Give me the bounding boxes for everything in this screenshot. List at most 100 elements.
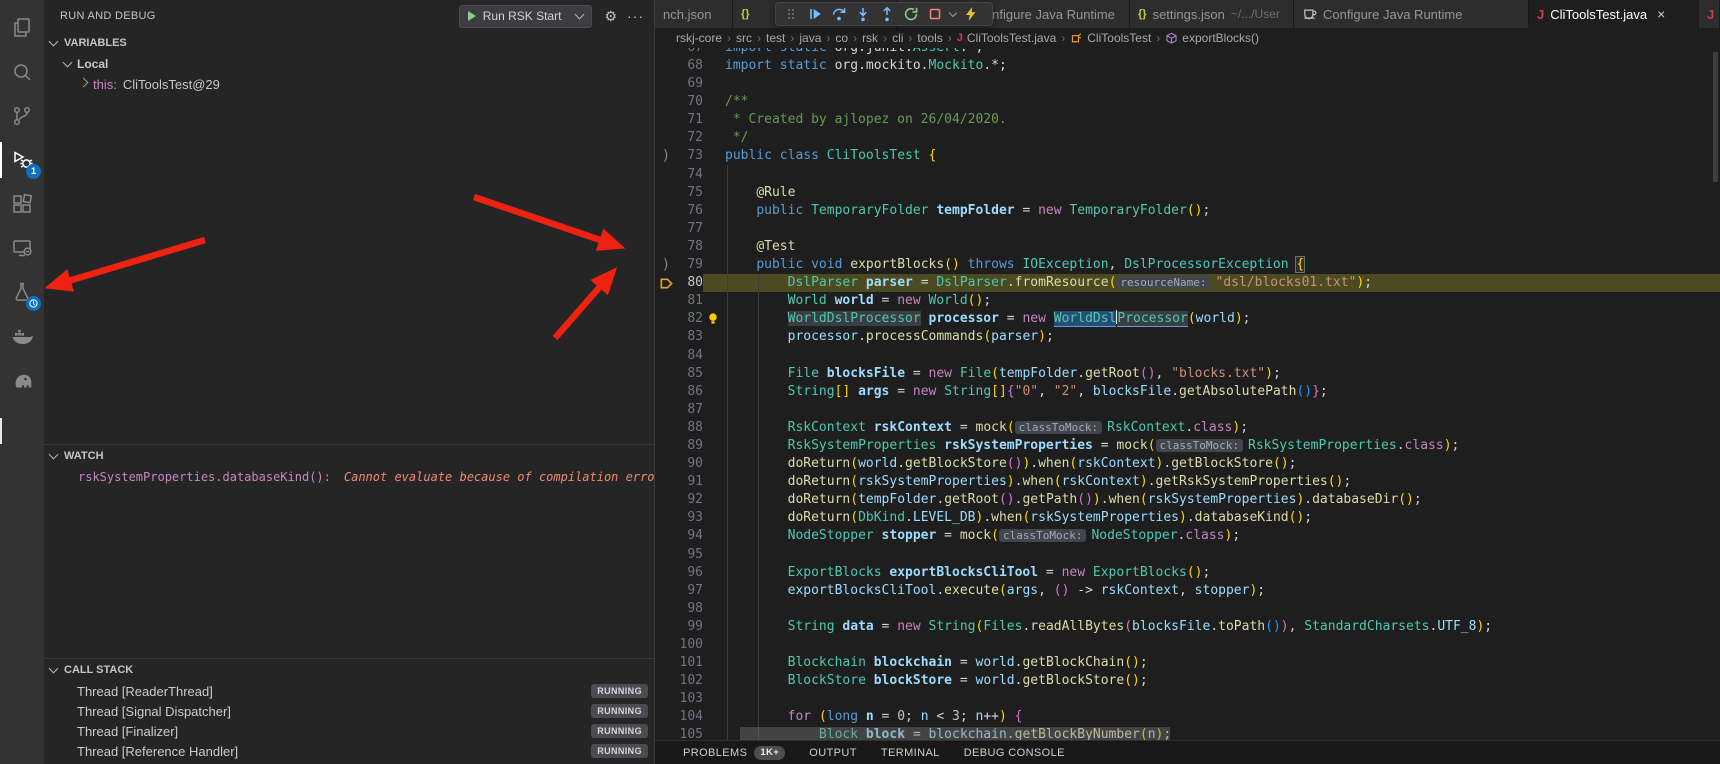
gutter[interactable]	[655, 546, 677, 564]
gutter[interactable]	[655, 383, 677, 401]
variable-row[interactable]: this:CliToolsTest@29	[44, 74, 654, 94]
gutter[interactable]	[655, 292, 677, 310]
breadcrumb-item[interactable]: JCliToolsTest.java	[957, 31, 1057, 45]
breadcrumb-item[interactable]: cli	[892, 31, 903, 45]
line-number[interactable]: 86	[677, 383, 703, 401]
breadcrumb-item[interactable]: co	[835, 31, 848, 45]
line-number[interactable]: 88	[677, 419, 703, 437]
gutter[interactable]	[655, 48, 677, 57]
gutter[interactable]	[655, 726, 677, 740]
gutter[interactable]	[655, 654, 677, 672]
activity-gradle-icon[interactable]	[0, 358, 44, 402]
continue-button[interactable]	[804, 4, 826, 24]
gutter[interactable]	[655, 437, 677, 455]
line-number[interactable]: 75	[677, 184, 703, 202]
gutter[interactable]	[655, 57, 677, 75]
watch-expression-row[interactable]: rskSystemProperties.databaseKind():Canno…	[44, 467, 654, 487]
scope-local[interactable]: Local	[44, 54, 654, 74]
gutter[interactable]	[655, 220, 677, 238]
code-line[interactable]: 95	[655, 546, 1720, 564]
vertical-scrollbar[interactable]	[1713, 52, 1718, 182]
line-number[interactable]: 80	[677, 274, 703, 292]
editor-tab[interactable]: Configure Java Runtime	[1294, 0, 1529, 28]
gutter[interactable]	[655, 509, 677, 527]
step-out-button[interactable]	[876, 4, 898, 24]
gutter[interactable]	[655, 690, 677, 708]
lightbulb-icon[interactable]	[703, 310, 723, 328]
code-line[interactable]: 99 String data = new String(Files.readAl…	[655, 618, 1720, 636]
gutter[interactable]	[655, 527, 677, 545]
panel-tab-problems[interactable]: PROBLEMS1K+	[683, 746, 785, 760]
call-stack-thread[interactable]: Thread [Finalizer]RUNNING	[44, 721, 654, 741]
editor-tab[interactable]: {}settings.json~/.../User	[1130, 0, 1294, 28]
line-number[interactable]: 92	[677, 491, 703, 509]
gutter[interactable]	[655, 365, 677, 383]
breadcrumb-item[interactable]: rskj-core	[676, 31, 722, 45]
line-number[interactable]: 83	[677, 328, 703, 346]
code-line[interactable]: 88 RskContext rskContext = mock(classToM…	[655, 419, 1720, 437]
current-execution-icon[interactable]	[655, 274, 677, 292]
code-line[interactable]: 100	[655, 636, 1720, 654]
line-number[interactable]: 93	[677, 509, 703, 527]
activity-remote-explorer-icon[interactable]	[0, 226, 44, 270]
stop-dropdown-button[interactable]	[948, 4, 958, 24]
call-stack-thread[interactable]: Thread [ReaderThread]RUNNING	[44, 681, 654, 701]
line-number[interactable]: 85	[677, 365, 703, 383]
code-line[interactable]: 93 doReturn(DbKind.LEVEL_DB).when(rskSys…	[655, 509, 1720, 527]
close-icon[interactable]: ×	[1657, 6, 1665, 22]
gutter[interactable]	[655, 401, 677, 419]
gutter[interactable]	[655, 129, 677, 147]
run-config-dropdown[interactable]: Run RSK Start	[459, 5, 593, 28]
code-line[interactable]: 101 Blockchain blockchain = world.getBlo…	[655, 654, 1720, 672]
code-line[interactable]: 91 doReturn(rskSystemProperties).when(rs…	[655, 473, 1720, 491]
line-number[interactable]: 98	[677, 600, 703, 618]
line-number[interactable]: 101	[677, 654, 703, 672]
gutter[interactable]	[655, 419, 677, 437]
line-number[interactable]: 78	[677, 238, 703, 256]
breadcrumb-item[interactable]: tools	[917, 31, 942, 45]
activity-testing-icon[interactable]	[0, 270, 44, 314]
code-line[interactable]: 72 */	[655, 129, 1720, 147]
code-line[interactable]: 86 String[] args = new String[]{"0", "2"…	[655, 383, 1720, 401]
gutter[interactable]	[655, 618, 677, 636]
gutter[interactable]	[655, 708, 677, 726]
line-number[interactable]: 84	[677, 347, 703, 365]
line-number[interactable]: 89	[677, 437, 703, 455]
activity-docker-icon[interactable]	[0, 314, 44, 358]
gutter[interactable]	[655, 600, 677, 618]
line-number[interactable]: 100	[677, 636, 703, 654]
line-number[interactable]: 91	[677, 473, 703, 491]
code-line[interactable]: 89 RskSystemProperties rskSystemProperti…	[655, 437, 1720, 455]
code-line[interactable]: 69	[655, 75, 1720, 93]
call-stack-thread[interactable]: Thread [Signal Dispatcher]RUNNING	[44, 701, 654, 721]
code-line[interactable]: 97 exportBlocksCliTool.execute(args, () …	[655, 582, 1720, 600]
breadcrumb[interactable]: rskj-core›src›test›java›co›rsk›cli›tools…	[655, 28, 1720, 48]
gutter[interactable]	[655, 347, 677, 365]
breadcrumb-item[interactable]: CliToolsTest	[1070, 31, 1151, 45]
code-line[interactable]: 71 * Created by ajlopez on 26/04/2020.	[655, 111, 1720, 129]
code-line[interactable]: 104 for (long n = 0; n < 3; n++) {	[655, 708, 1720, 726]
gutter[interactable]	[655, 310, 677, 328]
line-number[interactable]: 70	[677, 93, 703, 111]
horizontal-scrollbar-thumb[interactable]	[740, 727, 1170, 740]
step-into-button[interactable]	[852, 4, 874, 24]
activity-source-control-icon[interactable]	[0, 94, 44, 138]
gutter[interactable]	[655, 238, 677, 256]
code-line[interactable]: 84	[655, 347, 1720, 365]
panel-tab-terminal[interactable]: TERMINAL	[881, 747, 940, 759]
editor-tab[interactable]: J	[1699, 0, 1720, 28]
panel-tab-debug-console[interactable]: DEBUG CONSOLE	[964, 747, 1065, 759]
breadcrumb-item[interactable]: src	[736, 31, 752, 45]
gutter[interactable]	[655, 564, 677, 582]
gutter[interactable]	[655, 473, 677, 491]
line-number[interactable]: 90	[677, 455, 703, 473]
line-number[interactable]: 69	[677, 75, 703, 93]
drag-handle-button[interactable]	[780, 4, 802, 24]
line-number[interactable]: 81	[677, 292, 703, 310]
code-line[interactable]: 83 processor.processCommands(parser);	[655, 328, 1720, 346]
activity-extensions-icon[interactable]	[0, 182, 44, 226]
code-line[interactable]: 102 BlockStore blockStore = world.getBlo…	[655, 672, 1720, 690]
code-line[interactable]: 67import static org.junit.Assert.*;	[655, 48, 1720, 57]
gutter[interactable]	[655, 202, 677, 220]
code-line[interactable]: 85 File blocksFile = new File(tempFolder…	[655, 365, 1720, 383]
